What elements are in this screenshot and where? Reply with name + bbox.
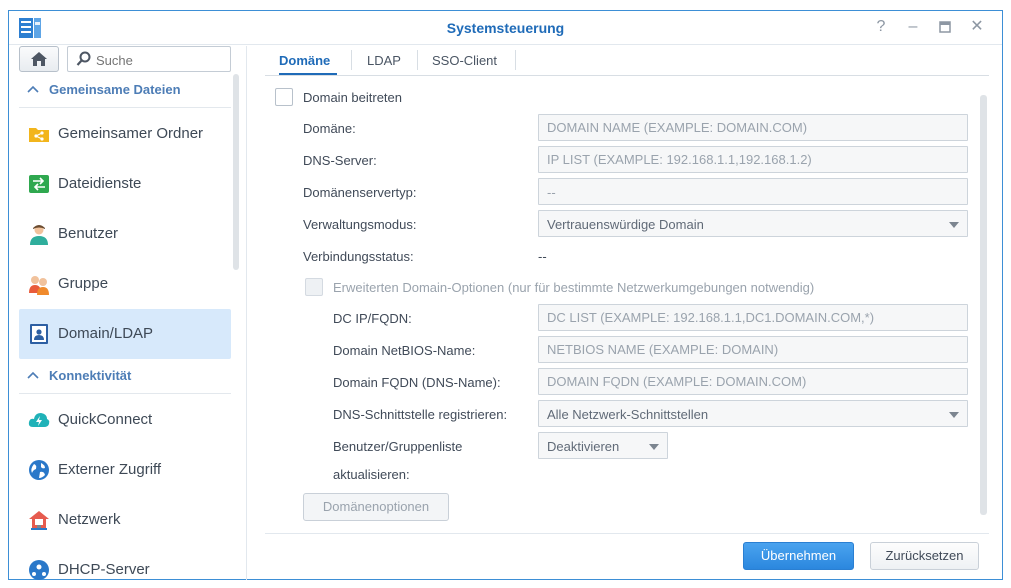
section-header-shared-files[interactable]: Gemeinsame Dateien [19, 74, 231, 108]
home-icon [31, 52, 47, 66]
sidebar-item-label: Netzwerk [58, 511, 121, 528]
dns-interface-value: Alle Netzwerk-Schnittstellen [547, 407, 709, 422]
sidebar: Gemeinsame Dateien Gemeinsamer Ordner Da… [9, 46, 247, 580]
window-title: Systemsteuerung [446, 20, 565, 36]
sidebar-item-label: Externer Zugriff [58, 461, 162, 478]
dns-interface-select[interactable]: Alle Netzwerk-Schnittstellen [538, 400, 968, 427]
server-type-label: Domänenservertyp: [303, 185, 417, 200]
chevron-up-icon [27, 85, 39, 93]
group-icon [29, 276, 49, 295]
tab-separator [417, 50, 418, 70]
dns-interface-label: DNS-Schnittstelle registrieren: [333, 407, 508, 422]
file-services-icon [29, 175, 49, 193]
advanced-options-label: Erweiterten Domain-Optionen (nur für bes… [333, 280, 815, 295]
sidebar-item-domain-ldap[interactable]: Domain/LDAP [19, 309, 231, 359]
quickconnect-icon [28, 413, 50, 427]
dns-server-label: DNS-Server: [303, 153, 377, 168]
sidebar-item-label: Gruppe [58, 275, 109, 292]
management-mode-select[interactable]: Vertrauenswürdige Domain [538, 210, 968, 237]
maximize-icon[interactable] [935, 17, 955, 37]
title-bar: Systemsteuerung ? – ✕ [9, 11, 1002, 45]
sidebar-item-label: QuickConnect [58, 411, 153, 428]
network-icon [29, 511, 49, 530]
management-mode-value: Vertrauenswürdige Domain [547, 217, 704, 232]
server-type-value: -- [547, 185, 556, 200]
home-button[interactable] [19, 46, 59, 72]
domain-ldap-icon [30, 324, 48, 344]
connection-status-label: Verbindungsstatus: [303, 249, 414, 264]
control-panel-window: Systemsteuerung ? – ✕ Gemeinsame Dateien [8, 10, 1003, 580]
sidebar-item-label: Benutzer [58, 225, 119, 242]
dhcp-server-icon [29, 560, 49, 580]
userlist-label-line1: Benutzer/Gruppenliste [333, 439, 463, 454]
sidebar-item-dhcp-server[interactable]: DHCP-Server [19, 545, 231, 580]
help-icon[interactable]: ? [871, 17, 891, 37]
search-box[interactable] [67, 46, 231, 72]
userlist-label-line2: aktualisieren: [333, 467, 410, 482]
sidebar-item-file-services[interactable]: Dateidienste [19, 159, 231, 209]
advanced-options-checkbox[interactable] [305, 278, 323, 296]
close-icon[interactable]: ✕ [967, 17, 987, 37]
minimize-icon[interactable]: – [903, 17, 923, 37]
connection-status-value: -- [538, 249, 547, 264]
reset-button[interactable]: Zurücksetzen [870, 542, 979, 570]
tab-separator [351, 50, 352, 70]
userlist-update-select[interactable]: Deaktivieren [538, 432, 668, 459]
section-label: Konnektivität [49, 368, 132, 383]
join-domain-checkbox[interactable] [275, 88, 293, 106]
dns-server-input[interactable] [547, 152, 933, 167]
netbios-input[interactable] [547, 342, 933, 357]
netbios-field[interactable] [538, 336, 968, 363]
domain-field[interactable] [538, 114, 968, 141]
dc-fqdn-field[interactable] [538, 304, 968, 331]
sidebar-item-label: DHCP-Server [58, 561, 150, 578]
tab-sso-client[interactable]: SSO-Client [432, 49, 497, 75]
sidebar-item-quickconnect[interactable]: QuickConnect [19, 395, 231, 445]
shared-folder-icon [29, 128, 49, 142]
fqdn-field[interactable] [538, 368, 968, 395]
server-type-field: -- [538, 178, 968, 205]
section-header-connectivity[interactable]: Konnektivität [19, 360, 231, 394]
section-label: Gemeinsame Dateien [49, 82, 181, 97]
search-input[interactable] [96, 51, 226, 69]
fqdn-input[interactable] [547, 374, 933, 389]
fqdn-label: Domain FQDN (DNS-Name): [333, 375, 501, 390]
chevron-down-icon [949, 222, 959, 228]
chevron-down-icon [949, 412, 959, 418]
sidebar-item-network[interactable]: Netzwerk [19, 495, 231, 545]
management-mode-label: Verwaltungsmodus: [303, 217, 417, 232]
domain-input[interactable] [547, 120, 933, 135]
chevron-down-icon [649, 444, 659, 450]
search-icon [76, 51, 91, 66]
chevron-up-icon [27, 371, 39, 379]
content-scrollbar[interactable] [980, 95, 987, 515]
userlist-update-value: Deaktivieren [547, 439, 620, 454]
tab-separator [515, 50, 516, 70]
tab-domain[interactable]: Domäne [279, 49, 337, 75]
netbios-label: Domain NetBIOS-Name: [333, 343, 476, 358]
sidebar-scrollbar[interactable] [233, 74, 239, 270]
sidebar-item-shared-folder[interactable]: Gemeinsamer Ordner [19, 109, 231, 159]
sidebar-item-external-access[interactable]: Externer Zugriff [19, 445, 231, 495]
sidebar-item-users[interactable]: Benutzer [19, 209, 231, 259]
dc-fqdn-input[interactable] [547, 310, 933, 325]
sidebar-item-label: Dateidienste [58, 175, 142, 192]
dns-server-field[interactable] [538, 146, 968, 173]
domain-label: Domäne: [303, 121, 356, 136]
dc-fqdn-label: DC IP/FQDN: [333, 311, 412, 326]
tab-ldap[interactable]: LDAP [367, 49, 401, 75]
external-access-icon [29, 460, 49, 480]
footer-divider [265, 533, 989, 534]
join-domain-label: Domain beitreten [303, 90, 402, 105]
sidebar-item-label: Domain/LDAP [58, 325, 154, 342]
domain-options-button[interactable]: Domänenoptionen [303, 493, 449, 521]
user-icon [30, 225, 48, 245]
sidebar-item-label: Gemeinsamer Ordner [58, 125, 204, 142]
sidebar-item-group[interactable]: Gruppe [19, 259, 231, 309]
apply-button[interactable]: Übernehmen [743, 542, 854, 570]
tab-bar: Domäne LDAP SSO-Client [265, 46, 989, 76]
